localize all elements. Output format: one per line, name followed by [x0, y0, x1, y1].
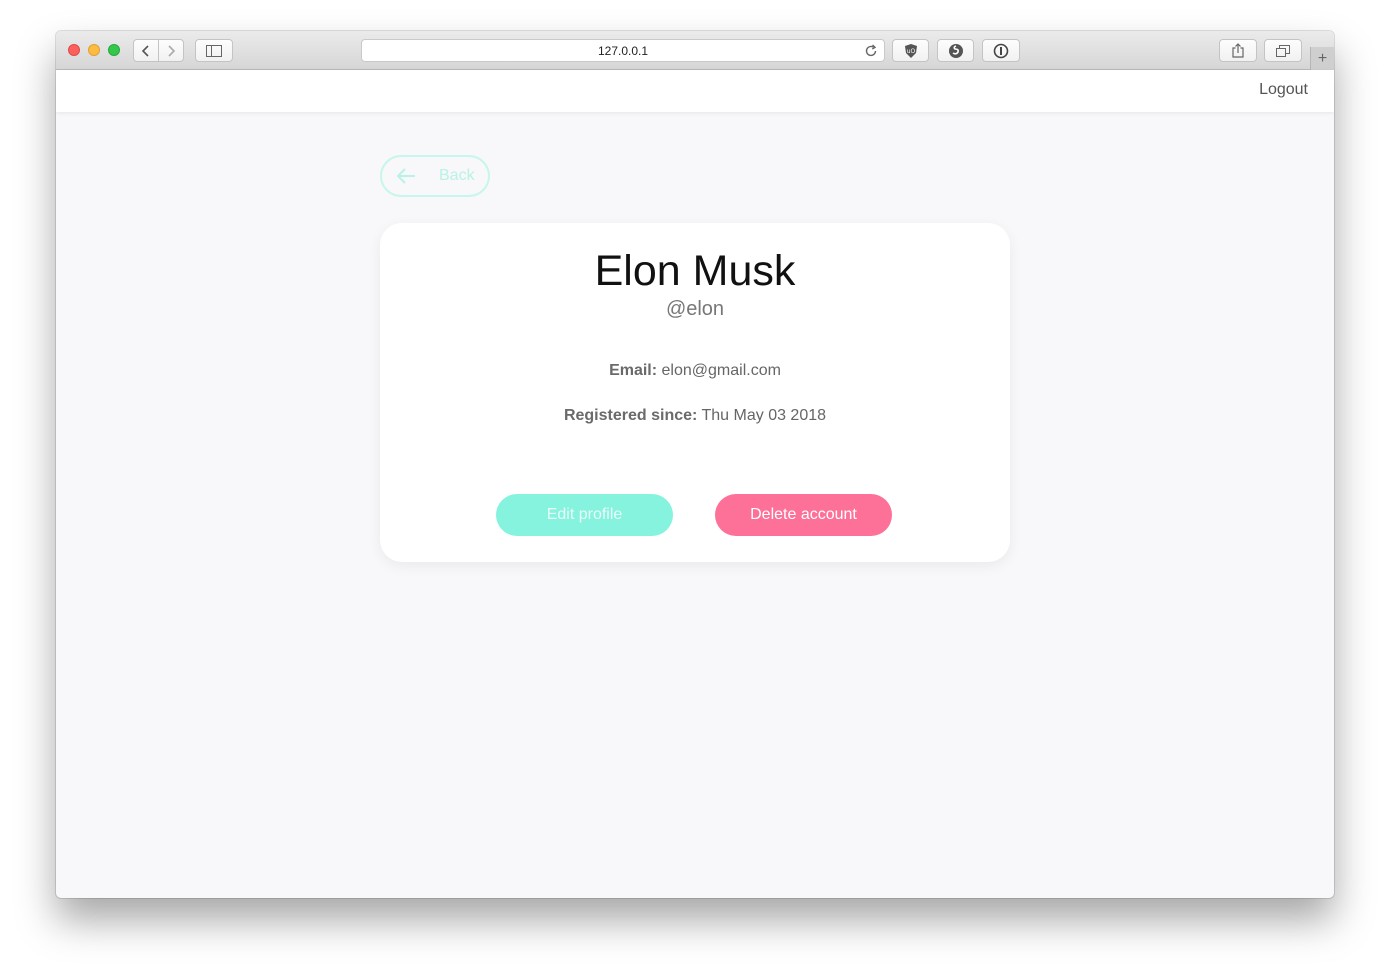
email-row: Email: elon@gmail.com: [380, 362, 1010, 380]
sidebar-icon: [206, 44, 222, 57]
address-bar[interactable]: 127.0.0.1: [361, 39, 885, 62]
arrow-left-icon: [396, 168, 415, 184]
back-button[interactable]: Back: [380, 155, 490, 197]
email-label: Email:: [609, 362, 658, 379]
browser-back-button[interactable]: [133, 39, 159, 62]
minimize-icon[interactable]: [88, 44, 100, 56]
profile-card: Elon Musk @elon Email: elon@gmail.com Re…: [380, 223, 1010, 562]
share-button[interactable]: [1219, 39, 1257, 62]
url-text: 127.0.0.1: [597, 43, 649, 58]
registered-label: Registered since:: [563, 407, 698, 424]
zoom-icon[interactable]: [108, 44, 120, 56]
delete-account-button[interactable]: Delete account: [715, 494, 892, 536]
profile-handle: @elon: [665, 298, 725, 320]
close-icon[interactable]: [68, 44, 80, 56]
new-tab-button[interactable]: +: [1310, 47, 1334, 70]
browser-window: 127.0.0.1 uO + Logout Back Elon Musk @el…: [56, 31, 1334, 898]
password-manager-icon: [993, 43, 1009, 58]
svg-text:uO: uO: [906, 48, 915, 55]
share-icon: [1232, 43, 1244, 58]
extension-s-button[interactable]: [937, 39, 974, 62]
ublock-button[interactable]: uO: [892, 39, 929, 62]
password-manager-button[interactable]: [982, 39, 1020, 62]
chevron-right-icon: [168, 44, 176, 57]
browser-forward-button[interactable]: [158, 39, 184, 62]
ublock-icon: uO: [904, 43, 917, 58]
tabs-icon: [1276, 44, 1290, 57]
top-navbar: Logout: [56, 70, 1334, 112]
registered-row: Registered since: Thu May 03 2018: [380, 407, 1010, 425]
extension-s-icon: [948, 43, 963, 58]
reload-icon[interactable]: [864, 44, 878, 58]
sidebar-toggle-button[interactable]: [195, 39, 233, 62]
edit-profile-button[interactable]: Edit profile: [496, 494, 673, 536]
registered-value: Thu May 03 2018: [701, 407, 827, 424]
browser-toolbar: 127.0.0.1 uO +: [56, 31, 1334, 70]
logout-link[interactable]: Logout: [1259, 81, 1308, 99]
chevron-left-icon: [141, 44, 149, 57]
email-value: elon@gmail.com: [661, 362, 781, 379]
new-tab-label: +: [1317, 49, 1328, 67]
profile-name: Elon Musk: [594, 247, 796, 295]
show-tabs-button[interactable]: [1264, 39, 1302, 62]
back-button-label: Back: [439, 167, 475, 184]
